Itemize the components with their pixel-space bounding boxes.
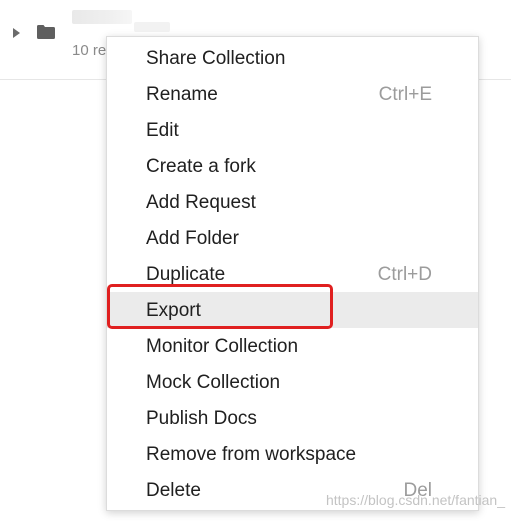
menu-item-label: Add Folder: [146, 228, 239, 249]
menu-item-shortcut: Ctrl+D: [377, 264, 432, 285]
menu-item-label: Delete: [146, 480, 201, 501]
menu-item-label: Publish Docs: [146, 408, 257, 429]
menu-item-label: Add Request: [146, 192, 256, 213]
menu-item-label: Rename: [146, 84, 218, 105]
menu-item-remove-from-workspace[interactable]: Remove from workspace: [107, 436, 478, 472]
menu-item-publish-docs[interactable]: Publish Docs: [107, 400, 478, 436]
menu-item-share-collection[interactable]: Share Collection: [107, 40, 478, 76]
menu-item-label: Edit: [146, 120, 179, 141]
menu-item-rename[interactable]: Rename Ctrl+E: [107, 76, 478, 112]
menu-item-label: Mock Collection: [146, 372, 281, 393]
menu-item-label: Remove from workspace: [146, 444, 357, 465]
menu-item-label: Monitor Collection: [146, 336, 299, 357]
menu-item-monitor-collection[interactable]: Monitor Collection: [107, 328, 478, 364]
collection-name-redacted: [72, 10, 132, 24]
request-count: 10 re: [72, 42, 107, 59]
folder-icon: [37, 25, 55, 39]
menu-item-create-fork[interactable]: Create a fork: [107, 148, 478, 184]
menu-item-mock-collection[interactable]: Mock Collection: [107, 364, 478, 400]
menu-item-add-request[interactable]: Add Request: [107, 184, 478, 220]
collection-context-menu: Share Collection Rename Ctrl+E Edit Crea…: [106, 36, 479, 511]
collection-name-redacted-tail: [134, 22, 170, 32]
menu-item-label: Duplicate: [146, 264, 226, 285]
menu-item-shortcut: Ctrl+E: [378, 84, 432, 105]
menu-item-edit[interactable]: Edit: [107, 112, 478, 148]
menu-item-label: Create a fork: [146, 156, 256, 177]
watermark-text: https://blog.csdn.net/fantian_: [325, 492, 505, 508]
menu-item-add-folder[interactable]: Add Folder: [107, 220, 478, 256]
menu-item-label: Share Collection: [146, 48, 286, 69]
expand-caret-icon[interactable]: [13, 28, 20, 38]
export-highlight-annotation: [107, 284, 333, 329]
